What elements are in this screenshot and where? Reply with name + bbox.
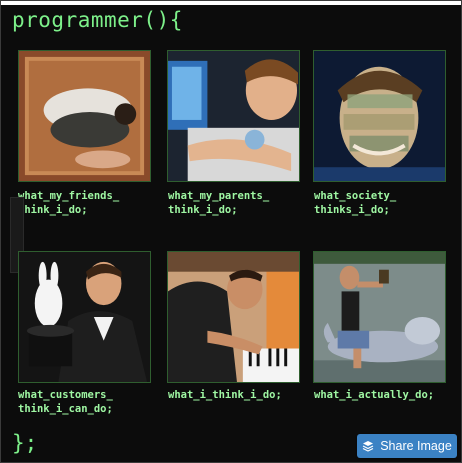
photo-customers-image: [19, 252, 150, 382]
photo-i-think: [167, 251, 300, 383]
caption-i-think: what_i_think_i_do;: [168, 389, 282, 401]
page-title: programmer(){: [12, 8, 183, 32]
photo-parents: [167, 50, 300, 182]
caption-actually: what_i_actually_do;: [314, 389, 435, 401]
photo-friends: [18, 50, 151, 182]
layers-icon: [362, 441, 374, 452]
caption-society: what_society_ thinks_i_do;: [314, 190, 397, 216]
meme-canvas: programmer(){ what_my_friends_ think_i_d…: [0, 0, 462, 463]
caption-friends: what_my_friends_ think_i_do;: [18, 190, 120, 216]
share-image-button[interactable]: Share Image: [357, 434, 457, 458]
closing-brace: };: [12, 431, 38, 455]
photo-customers: [18, 251, 151, 383]
photo-society-image: [314, 51, 445, 181]
caption-customers: what_customers_ think_i_can_do;: [18, 389, 113, 415]
photo-society: [313, 50, 446, 182]
photo-actually: [313, 251, 446, 383]
photo-parents-image: [168, 51, 299, 181]
photo-actually-image: [314, 252, 445, 382]
photo-i-think-image: [168, 252, 299, 382]
share-image-label: Share Image: [380, 439, 452, 453]
top-strip: [1, 1, 461, 5]
photo-friends-image: [19, 51, 150, 181]
caption-parents: what_my_parents_ think_i_do;: [168, 190, 270, 216]
